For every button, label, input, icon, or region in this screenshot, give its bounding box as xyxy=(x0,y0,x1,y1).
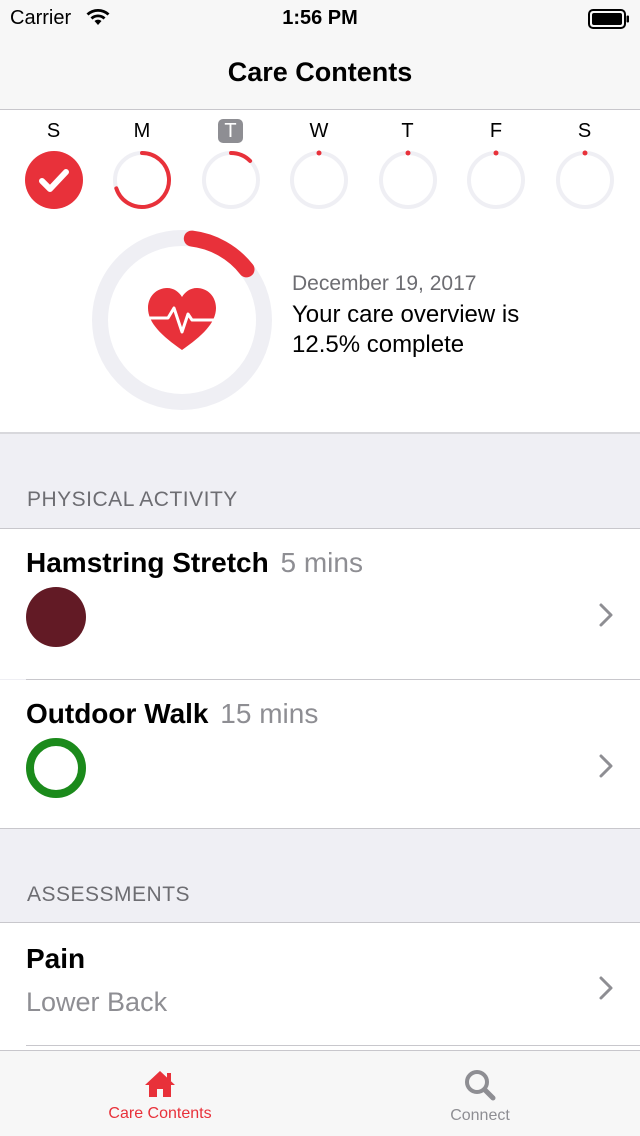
day-letter: M xyxy=(133,120,151,142)
page-title: Care Contents xyxy=(227,57,413,87)
day-progress-dot xyxy=(582,150,587,156)
chevron-right-icon xyxy=(599,603,613,627)
status-bar: Carrier 1:56 PM xyxy=(0,0,640,40)
day-letter: S xyxy=(577,120,592,142)
day-progress-ring[interactable] xyxy=(466,150,526,210)
day-column[interactable]: S xyxy=(550,110,620,210)
day-progress-dot xyxy=(493,150,499,156)
day-letter-wrap: W xyxy=(284,119,354,145)
activity-row-hamstring-stretch[interactable]: Hamstring Stretch 5 mins xyxy=(0,529,640,679)
overview-progress-arc xyxy=(183,230,255,278)
navigation-bar: Care Contents xyxy=(0,40,640,110)
day-ring-track xyxy=(290,151,348,209)
chevron-right-icon xyxy=(599,976,613,1000)
assessment-subtitle: Lower Back xyxy=(26,987,168,1017)
tab-bar: Care Contents Connect xyxy=(0,1050,640,1136)
day-letter: T xyxy=(218,119,243,143)
activity-title: Hamstring Stretch 5 mins xyxy=(26,547,363,579)
day-letter-wrap: F xyxy=(461,119,531,145)
day-letter-wrap: M xyxy=(107,119,177,145)
overview-date: December 19, 2017 xyxy=(292,272,477,295)
activity-event-button[interactable] xyxy=(25,737,87,799)
day-letter: T xyxy=(401,120,414,142)
day-ring-track xyxy=(378,151,437,209)
section-header-assessments: ASSESSMENTS xyxy=(27,883,191,906)
day-progress-ring[interactable] xyxy=(555,150,615,210)
day-progress-ring[interactable] xyxy=(378,150,438,210)
day-letter: S xyxy=(46,120,61,142)
day-complete-fill xyxy=(24,151,83,209)
battery-icon xyxy=(588,9,629,29)
row-divider xyxy=(26,1045,640,1046)
activity-row-outdoor-walk[interactable]: Outdoor Walk 15 mins xyxy=(0,680,640,828)
section-header-physical-activity: PHYSICAL ACTIVITY xyxy=(27,488,238,511)
day-progress-ring[interactable] xyxy=(24,150,84,210)
section-divider xyxy=(0,828,640,829)
day-progress-dot xyxy=(405,150,410,156)
day-column[interactable]: S xyxy=(19,110,89,210)
day-column[interactable]: W xyxy=(284,110,354,210)
tab-care-contents[interactable]: Care Contents xyxy=(0,1051,320,1136)
day-letter: W xyxy=(309,120,329,142)
heart-icon xyxy=(148,288,216,350)
day-column[interactable]: F xyxy=(461,110,531,210)
day-letter-wrap: T xyxy=(196,119,266,145)
day-progress-dot xyxy=(316,150,322,156)
search-icon xyxy=(465,1070,496,1101)
overview-description: Your care overview is 12.5% complete xyxy=(292,301,520,358)
activity-name: Outdoor Walk xyxy=(26,698,209,729)
day-progress-arc xyxy=(228,151,252,163)
day-column[interactable]: T xyxy=(373,110,443,210)
care-overview-header: S M T W T F S December 19, 2017 Your care over… xyxy=(0,110,640,434)
day-letter: F xyxy=(489,120,503,142)
day-column[interactable]: M xyxy=(107,110,177,210)
activity-duration: 15 mins xyxy=(220,698,319,729)
assessment-title: Pain xyxy=(26,943,86,974)
activity-duration: 5 mins xyxy=(280,547,363,578)
tab-connect[interactable]: Connect xyxy=(320,1051,640,1136)
chevron-right-icon xyxy=(599,754,613,778)
day-ring-track xyxy=(467,151,525,209)
day-letter-wrap: S xyxy=(550,119,620,145)
tab-label: Connect xyxy=(450,1107,510,1124)
assessment-row-pain[interactable]: Pain Lower Back xyxy=(0,923,640,1050)
activity-event-button[interactable] xyxy=(25,586,87,648)
day-progress-ring[interactable] xyxy=(201,150,261,210)
home-icon xyxy=(145,1071,175,1097)
day-ring-track xyxy=(555,151,614,209)
day-letter-wrap: S xyxy=(19,119,89,145)
day-progress-ring[interactable] xyxy=(289,150,349,210)
activity-title: Outdoor Walk 15 mins xyxy=(26,698,318,730)
activity-name: Hamstring Stretch xyxy=(26,547,269,578)
overview-summary: December 19, 2017 Your care overview is … xyxy=(292,272,592,360)
day-progress-ring[interactable] xyxy=(112,150,172,210)
day-letter-wrap: T xyxy=(373,119,443,145)
tab-label: Care Contents xyxy=(108,1105,212,1122)
overview-progress-ring xyxy=(92,230,272,410)
day-column[interactable]: T xyxy=(196,110,266,210)
status-time: 1:56 PM xyxy=(282,7,358,29)
